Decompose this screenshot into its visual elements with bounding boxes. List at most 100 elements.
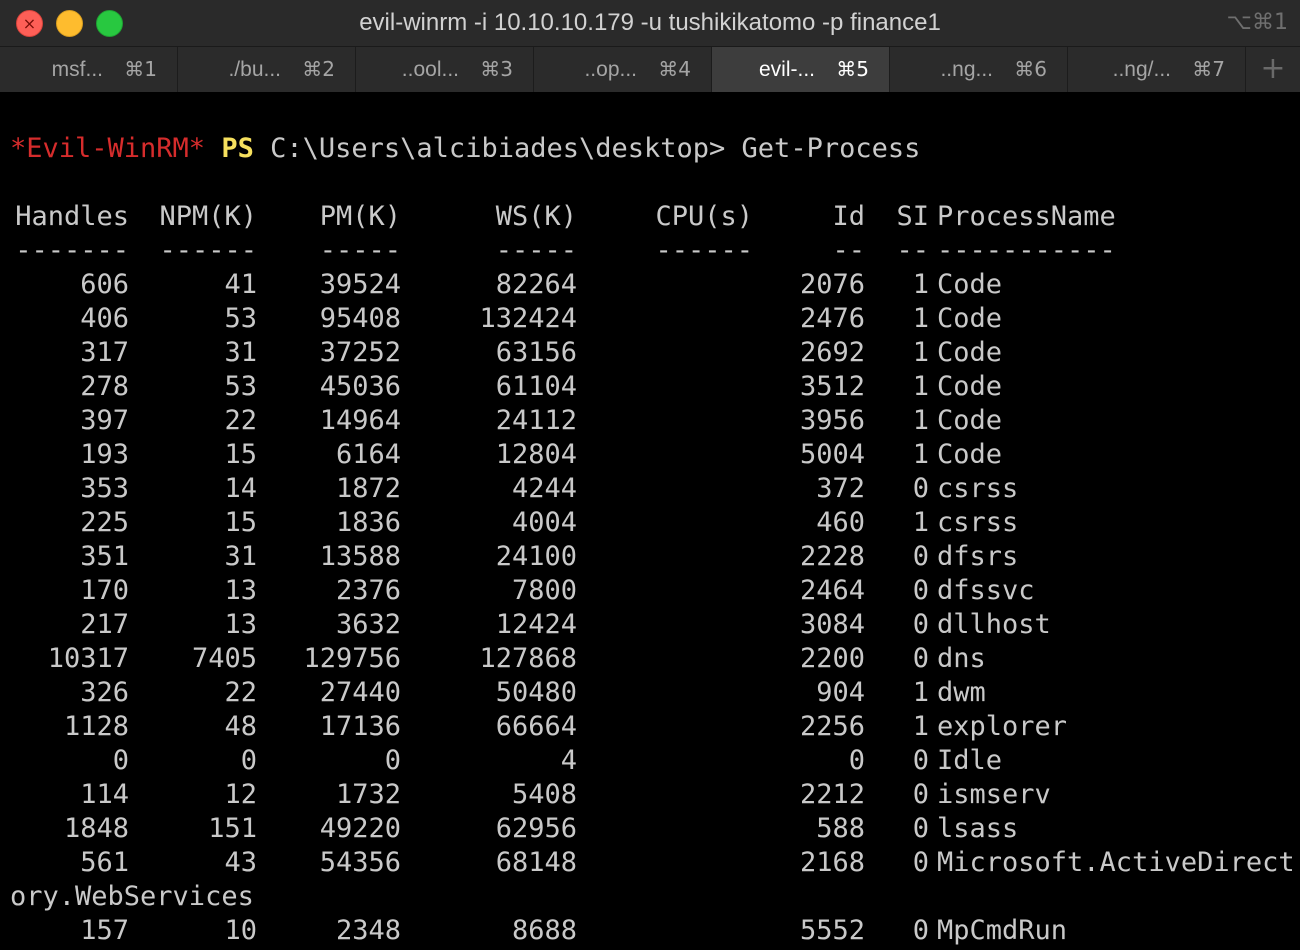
cell-ws: 68148 (495, 847, 577, 878)
tab-shortcut: ⌘1 (124, 57, 157, 81)
cell-npm: 53 (224, 371, 257, 402)
cell-processname: Code (937, 269, 1003, 300)
cell-processname: dfssvc (937, 575, 1035, 606)
cell-processname: dwm (937, 677, 986, 708)
cell-npm: 13 (224, 609, 257, 640)
cell-si: 1 (912, 337, 929, 368)
cell-npm: 14 (224, 473, 257, 504)
cell-id: 2168 (799, 847, 865, 878)
prompt-ps: PS (221, 133, 254, 164)
cell-id: 904 (816, 677, 865, 708)
table-row: 351 31 13588 24100 2228 0 dfsrs (10, 540, 1300, 574)
tab-3[interactable]: ..ool... ⌘3 (356, 47, 534, 92)
cell-id: 2256 (799, 711, 865, 742)
underline-cpu: ------ (655, 235, 753, 266)
table-row: 561 43 54356 68148 2168 0 Microsoft.ActiveDire… (10, 846, 1300, 880)
prompt-shell: *Evil-WinRM* (10, 133, 206, 164)
cell-ws: 127868 (479, 643, 577, 674)
table-row: 397 22 14964 24112 3956 1 Code (10, 404, 1300, 438)
cell-ws: 12804 (495, 439, 577, 470)
header-cpu: CPU(s) (655, 201, 753, 232)
cell-handles: 193 (80, 439, 129, 470)
cell-npm: 151 (208, 813, 257, 844)
tab-4[interactable]: ..op... ⌘4 (534, 47, 712, 92)
table-row: 225 15 1836 4004 460 1 csrss (10, 506, 1300, 540)
cell-si: 1 (912, 303, 929, 334)
wrapped-name-continuation: ory.WebServices (10, 881, 254, 912)
cell-ws: 24100 (495, 541, 577, 572)
cell-si: 1 (912, 405, 929, 436)
tab-shortcut: ⌘2 (302, 57, 335, 81)
cell-pm: 2348 (335, 915, 401, 946)
cell-handles: 606 (80, 269, 129, 300)
cell-id: 372 (816, 473, 865, 504)
prompt-line: *Evil-WinRM* PS C:\Users\alcibiades\desk… (10, 132, 1300, 166)
cell-si: 1 (912, 677, 929, 708)
cell-handles: 1848 (63, 813, 129, 844)
cell-ws: 7800 (511, 575, 577, 606)
cell-ws: 8688 (511, 915, 577, 946)
cell-npm: 31 (224, 337, 257, 368)
cell-pm: 6164 (335, 439, 401, 470)
table-row: 1848 151 49220 62956 588 0 lsass (10, 812, 1300, 846)
cell-ws: 12424 (495, 609, 577, 640)
tab-6[interactable]: ..ng... ⌘6 (890, 47, 1068, 92)
cell-si: 0 (912, 915, 929, 946)
cell-ws: 61104 (495, 371, 577, 402)
cell-pm: 0 (384, 745, 401, 776)
underline-handles: ------- (15, 235, 129, 266)
cell-handles: 0 (112, 745, 129, 776)
cell-handles: 278 (80, 371, 129, 402)
cell-ws: 4004 (511, 507, 577, 538)
cell-processname: Code (937, 439, 1003, 470)
cell-si: 1 (912, 269, 929, 300)
title-bar: × evil-winrm -i 10.10.10.179 -u tushikik… (0, 0, 1300, 47)
window-shortcut: ⌥⌘1 (1226, 10, 1288, 35)
table-body: 606 41 39524 82264 2076 1 Code 406 53 95408 132424… (10, 268, 1300, 880)
cell-si: 1 (912, 711, 929, 742)
cell-handles: 397 (80, 405, 129, 436)
underline-si: -- (896, 235, 929, 266)
tab-shortcut: ⌘7 (1192, 57, 1225, 81)
cell-handles: 351 (80, 541, 129, 572)
cell-ws: 5408 (511, 779, 577, 810)
cell-id: 3512 (799, 371, 865, 402)
cell-ws: 50480 (495, 677, 577, 708)
cell-id: 2200 (799, 643, 865, 674)
cell-pm: 1836 (335, 507, 401, 538)
table-row: 0 0 0 4 0 0 Idle (10, 744, 1300, 778)
header-processname: ProcessName (937, 201, 1116, 232)
cell-ws: 62956 (495, 813, 577, 844)
tab-shortcut: ⌘4 (658, 57, 691, 81)
header-npm: NPM(K) (159, 201, 257, 232)
terminal-output[interactable]: *Evil-WinRM* PS C:\Users\alcibiades\desk… (10, 132, 1300, 948)
cell-si: 0 (912, 473, 929, 504)
cell-pm: 95408 (319, 303, 401, 334)
cell-si: 1 (912, 371, 929, 402)
table-row: 406 53 95408 132424 2476 1 Code (10, 302, 1300, 336)
header-si: SI (896, 201, 929, 232)
table-header: Handles NPM(K) PM(K) WS(K) CPU(s) Id SI … (10, 200, 1300, 234)
cell-pm: 14964 (319, 405, 401, 436)
cell-si: 0 (912, 847, 929, 878)
cell-npm: 10 (224, 915, 257, 946)
tab-7[interactable]: ..ng/... ⌘7 (1068, 47, 1246, 92)
cell-handles: 157 (80, 915, 129, 946)
table-row: 114 12 1732 5408 2212 0 ismserv (10, 778, 1300, 812)
cell-npm: 22 (224, 677, 257, 708)
header-handles: Handles (15, 201, 129, 232)
tab-5[interactable]: evil-... ⌘5 (712, 47, 890, 92)
cell-id: 2076 (799, 269, 865, 300)
cell-pm: 37252 (319, 337, 401, 368)
tab-1[interactable]: msf... ⌘1 (0, 47, 178, 92)
table-row: 278 53 45036 61104 3512 1 Code (10, 370, 1300, 404)
new-tab-button[interactable]: + (1246, 47, 1300, 92)
cell-ws: 63156 (495, 337, 577, 368)
table-row: 157 10 2348 8688 5552 0 MpCmdRun (10, 914, 1300, 948)
cell-id: 5004 (799, 439, 865, 470)
tab-2[interactable]: ./bu... ⌘2 (178, 47, 356, 92)
table-row: 1128 48 17136 66664 2256 1 explorer (10, 710, 1300, 744)
header-pm: PM(K) (319, 201, 401, 232)
cell-handles: 217 (80, 609, 129, 640)
